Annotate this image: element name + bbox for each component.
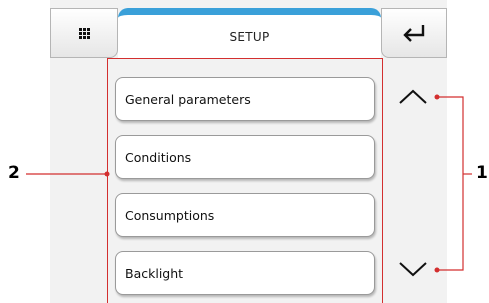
list-callout-label: 2 [8,163,20,183]
list-callout-dot [104,171,110,177]
scroll-callout-label: 1 [476,163,488,183]
scroll-callout-bracket [437,96,464,271]
callout-lines [26,94,472,273]
